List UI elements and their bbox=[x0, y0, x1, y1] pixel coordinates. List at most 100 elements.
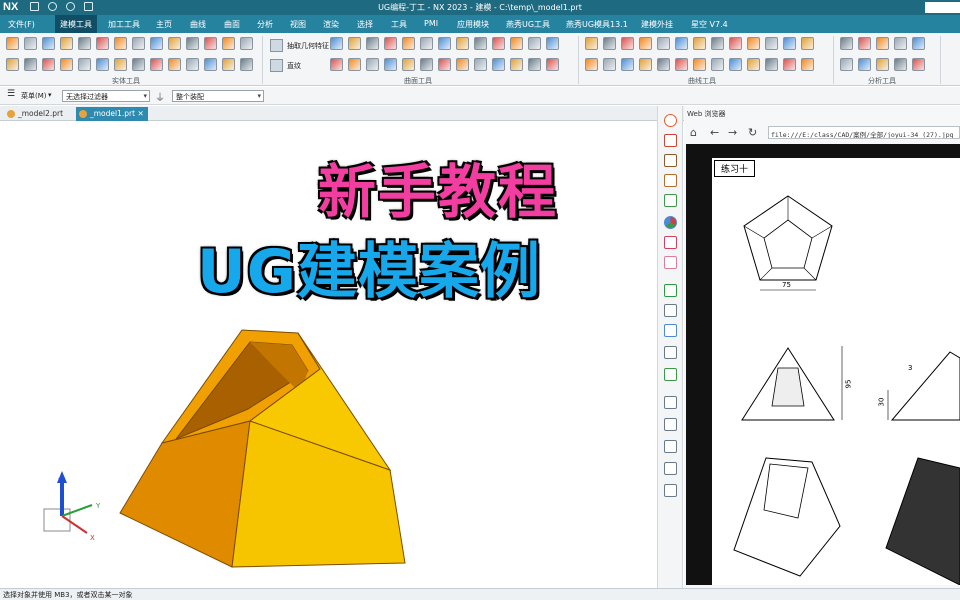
ribbon-tool-icon[interactable] bbox=[894, 37, 907, 50]
ribbon-tool-icon[interactable] bbox=[402, 58, 415, 71]
ribbon-tool-icon[interactable] bbox=[150, 58, 163, 71]
ribbon-tool-icon[interactable] bbox=[876, 58, 889, 71]
menu-machining-tools[interactable]: 加工工具 bbox=[108, 19, 140, 30]
ribbon-tool-icon[interactable] bbox=[366, 58, 379, 71]
ribbon-tool-icon[interactable] bbox=[621, 58, 634, 71]
ribbon-tool-icon[interactable] bbox=[492, 37, 505, 50]
ribbon-tool-icon[interactable] bbox=[747, 37, 760, 50]
ribbon-tool-icon[interactable] bbox=[456, 37, 469, 50]
toolbar-icon[interactable] bbox=[664, 134, 677, 147]
toolbar-icon[interactable] bbox=[664, 346, 677, 359]
menu-file[interactable]: 文件(F) bbox=[8, 19, 35, 30]
ribbon-tool-icon[interactable] bbox=[675, 37, 688, 50]
ribbon-tool-icon[interactable] bbox=[585, 37, 598, 50]
ribbon-tool-icon[interactable] bbox=[456, 58, 469, 71]
ribbon-tool-icon[interactable] bbox=[78, 58, 91, 71]
ribbon-tool-icon[interactable] bbox=[528, 58, 541, 71]
ribbon-tool-icon[interactable] bbox=[510, 58, 523, 71]
toolbar-icon[interactable] bbox=[664, 484, 677, 497]
menu-pmi[interactable]: PMI bbox=[424, 19, 438, 28]
ribbon-tool-icon[interactable] bbox=[639, 37, 652, 50]
ribbon-tool-icon[interactable] bbox=[765, 37, 778, 50]
hamburger-icon[interactable]: ☰ bbox=[7, 89, 15, 99]
ribbon-tool-icon[interactable] bbox=[96, 37, 109, 50]
ribbon-tool-icon[interactable] bbox=[96, 58, 109, 71]
toolbar-icon[interactable] bbox=[664, 174, 677, 187]
filter-icon[interactable]: ⏚ bbox=[155, 89, 165, 104]
menu-xingkong[interactable]: 星空 V7.4 bbox=[691, 19, 728, 30]
ribbon-tool-icon[interactable] bbox=[729, 58, 742, 71]
ribbon-tool-icon[interactable] bbox=[240, 58, 253, 71]
command-search-input[interactable] bbox=[925, 2, 960, 13]
url-input[interactable]: file:///E:/class/CAD/案例/全部/joyui-34 (27)… bbox=[768, 126, 960, 139]
ribbon-tool-icon[interactable] bbox=[801, 37, 814, 50]
ribbon-tool-icon[interactable] bbox=[168, 37, 181, 50]
ribbon-tool-icon[interactable] bbox=[402, 37, 415, 50]
ribbon-tool-icon[interactable] bbox=[348, 37, 361, 50]
ribbon-tool-icon[interactable] bbox=[384, 37, 397, 50]
ribbon-tool-icon[interactable] bbox=[840, 58, 853, 71]
ribbon-tool-icon[interactable] bbox=[24, 58, 37, 71]
toolbar-icon[interactable] bbox=[664, 154, 677, 167]
ribbon-tool-icon[interactable] bbox=[330, 58, 343, 71]
toolbar-icon[interactable] bbox=[664, 462, 677, 475]
ribbon-tool-icon[interactable] bbox=[546, 58, 559, 71]
forward-icon[interactable]: → bbox=[728, 126, 737, 139]
ribbon-tool-icon[interactable] bbox=[675, 58, 688, 71]
ribbon-tool-icon[interactable] bbox=[765, 58, 778, 71]
toolbar-icon[interactable] bbox=[664, 396, 677, 409]
ribbon-tool-icon[interactable] bbox=[204, 58, 217, 71]
ribbon-tool-icon[interactable] bbox=[60, 37, 73, 50]
menu-curve[interactable]: 曲线 bbox=[190, 19, 206, 30]
close-icon[interactable]: ✕ bbox=[137, 109, 143, 118]
ribbon-tool-icon[interactable] bbox=[894, 58, 907, 71]
menu-yanxiu-ug-tools[interactable]: 燕秀UG工具 bbox=[506, 19, 550, 30]
ribbon-tool-icon[interactable] bbox=[492, 58, 505, 71]
ribbon-tool-icon[interactable] bbox=[168, 58, 181, 71]
ribbon-tool-icon[interactable] bbox=[657, 37, 670, 50]
ribbon-tool-icon[interactable] bbox=[42, 37, 55, 50]
ribbon-tool-icon[interactable] bbox=[840, 37, 853, 50]
ribbon-tool-icon[interactable] bbox=[114, 58, 127, 71]
ribbon-tool-icon[interactable] bbox=[132, 58, 145, 71]
ribbon-tool-icon[interactable] bbox=[6, 58, 19, 71]
ribbon-tool-icon[interactable] bbox=[621, 37, 634, 50]
ribbon-tool-icon[interactable] bbox=[204, 37, 217, 50]
back-icon[interactable]: ← bbox=[710, 126, 719, 139]
menu-button[interactable]: 菜单(M) bbox=[21, 91, 47, 101]
toolbar-icon[interactable] bbox=[664, 284, 677, 297]
ribbon-tool-icon[interactable] bbox=[474, 37, 487, 50]
ribbon-tool-icon[interactable] bbox=[270, 39, 283, 52]
ribbon-tool-icon[interactable] bbox=[858, 58, 871, 71]
ribbon-tool-icon[interactable] bbox=[384, 58, 397, 71]
toolbar-icon[interactable] bbox=[664, 304, 677, 317]
ribbon-tool-icon[interactable] bbox=[783, 58, 796, 71]
menu-surface[interactable]: 曲面 bbox=[224, 19, 240, 30]
menu-analysis[interactable]: 分析 bbox=[257, 19, 273, 30]
menu-render[interactable]: 渲染 bbox=[323, 19, 339, 30]
ribbon-tool-icon[interactable] bbox=[222, 37, 235, 50]
ribbon-tool-icon[interactable] bbox=[60, 58, 73, 71]
tab-model1[interactable]: _model1.prt ✕ bbox=[76, 107, 148, 121]
pyramid-model[interactable] bbox=[119, 329, 406, 568]
ribbon-tool-icon[interactable] bbox=[24, 37, 37, 50]
ribbon-tool-icon[interactable] bbox=[603, 58, 616, 71]
ribbon-tool-icon[interactable] bbox=[747, 58, 760, 71]
toolbar-icon[interactable] bbox=[664, 236, 677, 249]
ribbon-tool-icon[interactable] bbox=[711, 58, 724, 71]
ribbon-tool-icon[interactable] bbox=[438, 37, 451, 50]
toolbar-icon[interactable] bbox=[664, 440, 677, 453]
extract-geometry-label[interactable]: 抽取几何特征 bbox=[287, 41, 329, 51]
toolbar-icon[interactable] bbox=[664, 256, 677, 269]
toolbar-icon[interactable] bbox=[664, 114, 677, 127]
ribbon-tool-icon[interactable] bbox=[528, 37, 541, 50]
menu-home[interactable]: 主页 bbox=[156, 19, 172, 30]
ribbon-tool-icon[interactable] bbox=[912, 37, 925, 50]
ribbon-tool-icon[interactable] bbox=[783, 37, 796, 50]
menu-view[interactable]: 视图 bbox=[290, 19, 306, 30]
ribbon-tool-icon[interactable] bbox=[114, 37, 127, 50]
ribbon-tool-icon[interactable] bbox=[42, 58, 55, 71]
ribbon-tool-icon[interactable] bbox=[348, 58, 361, 71]
ribbon-tool-icon[interactable] bbox=[858, 37, 871, 50]
ribbon-tool-icon[interactable] bbox=[150, 37, 163, 50]
